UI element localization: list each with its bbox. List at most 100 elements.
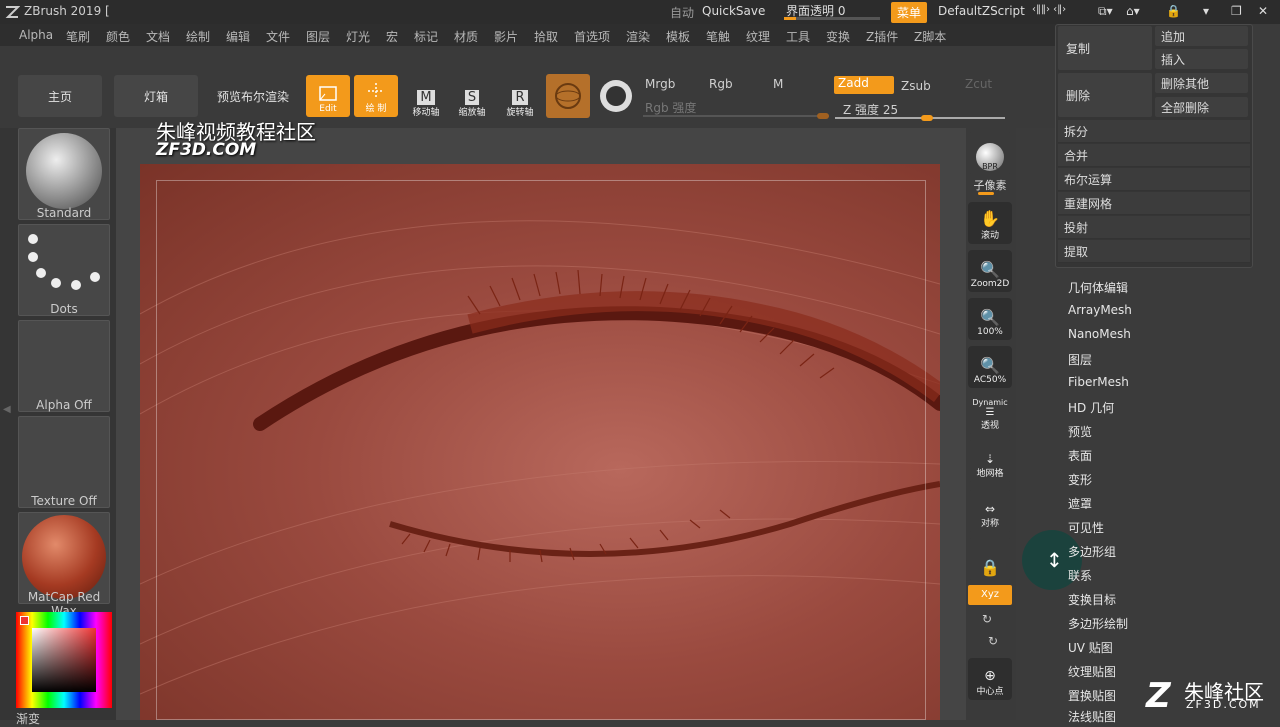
subpixel-slider[interactable] bbox=[978, 192, 994, 195]
morph-target-menu[interactable]: 变换目标 bbox=[1068, 591, 1116, 608]
menu-movie[interactable]: 影片 bbox=[494, 28, 518, 45]
menu-texture[interactable]: 纹理 bbox=[746, 28, 770, 45]
zadd-toggle[interactable]: Zadd bbox=[834, 76, 894, 94]
contact-menu[interactable]: 联系 bbox=[1068, 567, 1092, 584]
menu-zplugin[interactable]: Z插件 bbox=[866, 28, 898, 45]
preview-menu[interactable]: 预览 bbox=[1068, 423, 1092, 440]
uv-map-menu[interactable]: UV 贴图 bbox=[1068, 639, 1113, 656]
menu-picker[interactable]: 拾取 bbox=[534, 28, 558, 45]
z-intensity-label[interactable]: Z 强度 25 bbox=[843, 101, 898, 118]
default-zscript-button[interactable]: DefaultZScript bbox=[938, 4, 1025, 18]
menu-layer[interactable]: 图层 bbox=[306, 28, 330, 45]
split-item[interactable]: 拆分 bbox=[1058, 120, 1250, 143]
rgb-toggle[interactable]: Rgb bbox=[709, 77, 733, 91]
nanomesh-menu[interactable]: NanoMesh bbox=[1068, 327, 1131, 341]
layout-arrows-icon[interactable]: ‹‖‖› ‹‖› bbox=[1032, 4, 1066, 15]
floor-button[interactable]: ⇣ 地网格 bbox=[968, 440, 1012, 482]
zoom2d-button[interactable]: 🔍 Zoom2D bbox=[968, 250, 1012, 292]
masking-menu[interactable]: 遮罩 bbox=[1068, 495, 1092, 512]
menu-stencil[interactable]: 模板 bbox=[666, 28, 690, 45]
quicksave-button[interactable]: QuickSave bbox=[702, 4, 765, 18]
menu-macro[interactable]: 宏 bbox=[386, 28, 398, 45]
zoom100-button[interactable]: 🔍 100% bbox=[968, 298, 1012, 340]
menu-render[interactable]: 渲染 bbox=[626, 28, 650, 45]
menu-stroke[interactable]: 笔触 bbox=[706, 28, 730, 45]
color-picker[interactable] bbox=[16, 612, 112, 708]
symmetry-button[interactable]: ⇔ 对称 bbox=[968, 490, 1012, 532]
zsub-toggle[interactable]: Zsub bbox=[901, 79, 931, 93]
mrgb-toggle[interactable]: Mrgb bbox=[645, 77, 675, 91]
xyz-rotate-button[interactable]: Xyz bbox=[968, 585, 1012, 605]
menu-document[interactable]: 文档 bbox=[146, 28, 170, 45]
minimize-icon[interactable]: ▾ bbox=[1203, 4, 1209, 18]
edit-button[interactable]: Edit bbox=[306, 75, 350, 117]
local-lock-button[interactable]: 🔒 bbox=[968, 538, 1012, 580]
lightbox-button[interactable]: 灯箱 bbox=[114, 75, 198, 117]
visibility-menu[interactable]: 可见性 bbox=[1068, 519, 1104, 536]
transparency-slider[interactable] bbox=[784, 17, 880, 20]
draw-button[interactable]: 绘 制 bbox=[354, 75, 398, 117]
geometry-menu[interactable]: 几何体编辑 bbox=[1068, 279, 1128, 296]
menu-draw[interactable]: 绘制 bbox=[186, 28, 210, 45]
merge-item[interactable]: 合并 bbox=[1058, 144, 1250, 167]
perspective-button[interactable]: Dynamic ☰ 透视 bbox=[968, 392, 1012, 434]
m-toggle[interactable]: M bbox=[773, 77, 783, 91]
delete-others-button[interactable]: 删除其他 bbox=[1155, 73, 1248, 93]
polygroups-menu[interactable]: 多边形组 bbox=[1068, 543, 1116, 560]
insert-button[interactable]: 插入 bbox=[1155, 49, 1248, 69]
menu-marker[interactable]: 标记 bbox=[414, 28, 438, 45]
menu-alpha[interactable]: Alpha bbox=[19, 28, 53, 42]
normal-map-menu[interactable]: 法线贴图 bbox=[1068, 708, 1116, 725]
preview-boolean-render-button[interactable]: 预览布尔渲染 bbox=[206, 75, 300, 117]
rgb-intensity-slider[interactable] bbox=[643, 113, 829, 119]
layout-icon[interactable]: ⧉▾ bbox=[1098, 4, 1113, 19]
z-intensity-slider[interactable] bbox=[835, 115, 1005, 121]
menu-color[interactable]: 颜色 bbox=[106, 28, 130, 45]
copy-button[interactable]: 复制 bbox=[1058, 26, 1152, 70]
layers-menu[interactable]: 图层 bbox=[1068, 351, 1092, 368]
rotate-z-icon[interactable]: ↻ bbox=[988, 634, 998, 648]
menu-preferences[interactable]: 首选项 bbox=[574, 28, 610, 45]
collapse-left-icon[interactable]: ◀ bbox=[3, 404, 11, 415]
menu-zscript[interactable]: Z脚本 bbox=[914, 28, 946, 45]
restore-icon[interactable]: ❐ bbox=[1231, 4, 1242, 18]
bpr-button[interactable]: BPR bbox=[968, 132, 1012, 174]
3d-viewport[interactable] bbox=[140, 164, 940, 720]
subpixel-label[interactable]: 子像素 bbox=[968, 177, 1012, 193]
menu-file[interactable]: 文件 bbox=[266, 28, 290, 45]
move-button[interactable]: M 移动轴 bbox=[404, 78, 448, 118]
home-button[interactable]: 主页 bbox=[18, 75, 102, 117]
remesh-item[interactable]: 重建网格 bbox=[1058, 192, 1250, 215]
menu-edit[interactable]: 编辑 bbox=[226, 28, 250, 45]
texture-map-menu[interactable]: 纹理贴图 bbox=[1068, 663, 1116, 680]
menu-material[interactable]: 材质 bbox=[454, 28, 478, 45]
color-switch-icon[interactable] bbox=[600, 80, 632, 112]
ui-icon[interactable]: ⌂▾ bbox=[1126, 4, 1140, 18]
surface-menu[interactable]: 表面 bbox=[1068, 447, 1092, 464]
project-item[interactable]: 投射 bbox=[1058, 216, 1250, 239]
scale-button[interactable]: S 缩放轴 bbox=[450, 78, 494, 118]
menu-brush[interactable]: 笔刷 bbox=[66, 28, 90, 45]
delete-all-button[interactable]: 全部删除 bbox=[1155, 97, 1248, 117]
arraymesh-menu[interactable]: ArrayMesh bbox=[1068, 303, 1132, 317]
rgb-intensity-label[interactable]: Rgb 强度 bbox=[645, 99, 696, 116]
hd-geometry-menu[interactable]: HD 几何 bbox=[1068, 399, 1114, 416]
menu-transform[interactable]: 变换 bbox=[826, 28, 850, 45]
fibermesh-menu[interactable]: FiberMesh bbox=[1068, 375, 1129, 389]
menu-light[interactable]: 灯光 bbox=[346, 28, 370, 45]
scroll-button[interactable]: ✋ 滚动 bbox=[968, 202, 1012, 244]
deformation-menu[interactable]: 变形 bbox=[1068, 471, 1092, 488]
delete-button[interactable]: 删除 bbox=[1058, 73, 1152, 117]
center-button[interactable]: ⊕ 中心点 bbox=[968, 658, 1012, 700]
extract-item[interactable]: 提取 bbox=[1058, 240, 1250, 263]
material-preview-button[interactable] bbox=[546, 74, 590, 118]
rotate-y-icon[interactable]: ↻ bbox=[982, 612, 992, 626]
close-icon[interactable]: ✕ bbox=[1258, 4, 1268, 18]
append-button[interactable]: 追加 bbox=[1155, 26, 1248, 46]
displacement-map-menu[interactable]: 置换贴图 bbox=[1068, 687, 1116, 704]
lock-icon[interactable]: 🔒 bbox=[1166, 4, 1181, 18]
zcut-toggle[interactable]: Zcut bbox=[965, 77, 992, 91]
polypaint-menu[interactable]: 多边形绘制 bbox=[1068, 615, 1128, 632]
ac50-button[interactable]: 🔍 AC50% bbox=[968, 346, 1012, 388]
menu-button[interactable]: 菜单 bbox=[891, 2, 928, 23]
